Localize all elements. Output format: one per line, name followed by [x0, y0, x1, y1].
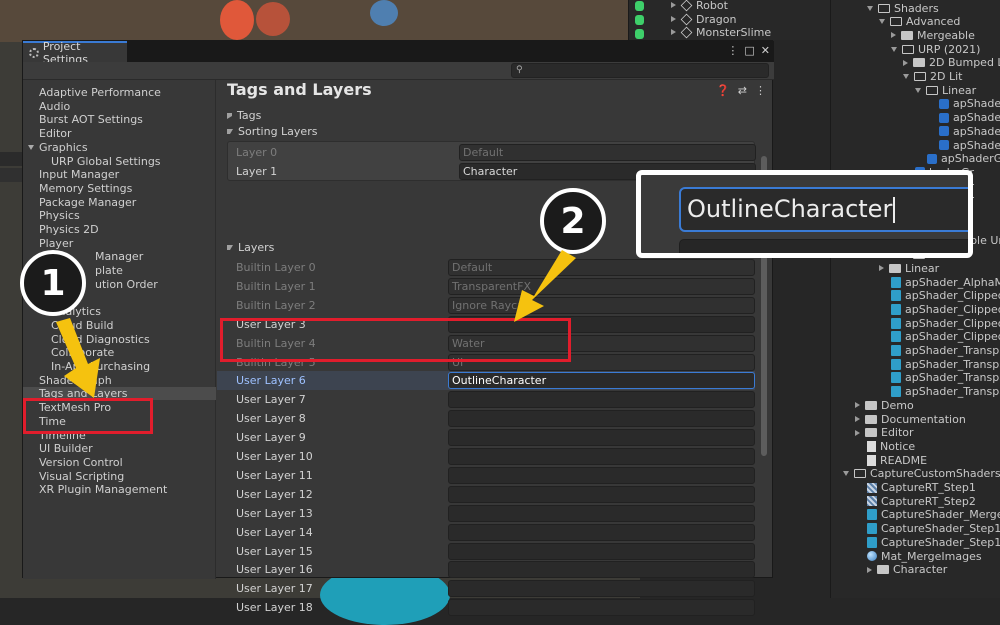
text-caret [893, 197, 896, 223]
arrow-to-layer-field [514, 250, 576, 322]
zoomed-next-field [679, 239, 968, 253]
annotation-arrows [56, 250, 576, 398]
zoomed-layer-field-callout: OutlineCharacter [636, 170, 973, 258]
layer-name-field[interactable] [448, 599, 755, 617]
zoomed-layer-name-field: OutlineCharacter [679, 187, 968, 232]
layer-row: User Layer 18 [217, 598, 755, 617]
zoomed-text: OutlineCharacter [687, 195, 893, 223]
layer-label: User Layer 18 [236, 601, 313, 615]
arrow-to-tags-and-layers [56, 318, 100, 398]
